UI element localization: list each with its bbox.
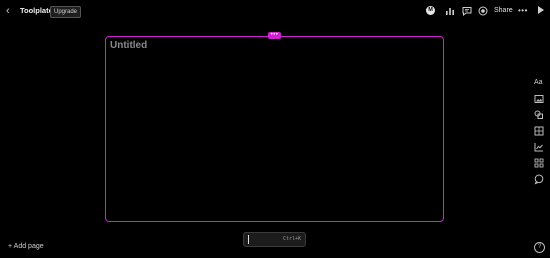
share-button[interactable]: Share <box>494 6 513 16</box>
help-icon[interactable]: ? <box>534 242 545 253</box>
canvas-frame[interactable] <box>105 36 444 222</box>
add-page-button[interactable]: + Add page <box>8 242 44 252</box>
chart-icon[interactable] <box>444 5 456 17</box>
table-icon[interactable] <box>533 125 545 137</box>
widgets-icon[interactable] <box>533 157 545 169</box>
text-tool-button[interactable]: Aa <box>534 78 543 88</box>
shortcut-hint: Ctrl+K <box>283 236 302 242</box>
comment-icon[interactable] <box>461 5 473 17</box>
back-chevron-icon[interactable]: ‹ <box>6 5 16 17</box>
record-icon[interactable] <box>477 5 489 17</box>
text-caret <box>248 235 249 244</box>
line-chart-icon[interactable] <box>533 141 545 153</box>
comments-icon[interactable] <box>533 173 545 185</box>
play-icon[interactable] <box>538 6 544 14</box>
shapes-icon[interactable] <box>533 109 545 121</box>
document-title[interactable]: Toolplate <box>20 5 53 17</box>
frame-handle[interactable]: ••• <box>268 32 281 39</box>
more-menu-icon[interactable]: ••• <box>518 5 528 16</box>
image-icon[interactable] <box>533 93 545 105</box>
avatar[interactable]: M <box>426 6 435 15</box>
upgrade-button[interactable]: Upgrade <box>50 6 82 18</box>
frame-title[interactable]: Untitled <box>110 40 147 52</box>
